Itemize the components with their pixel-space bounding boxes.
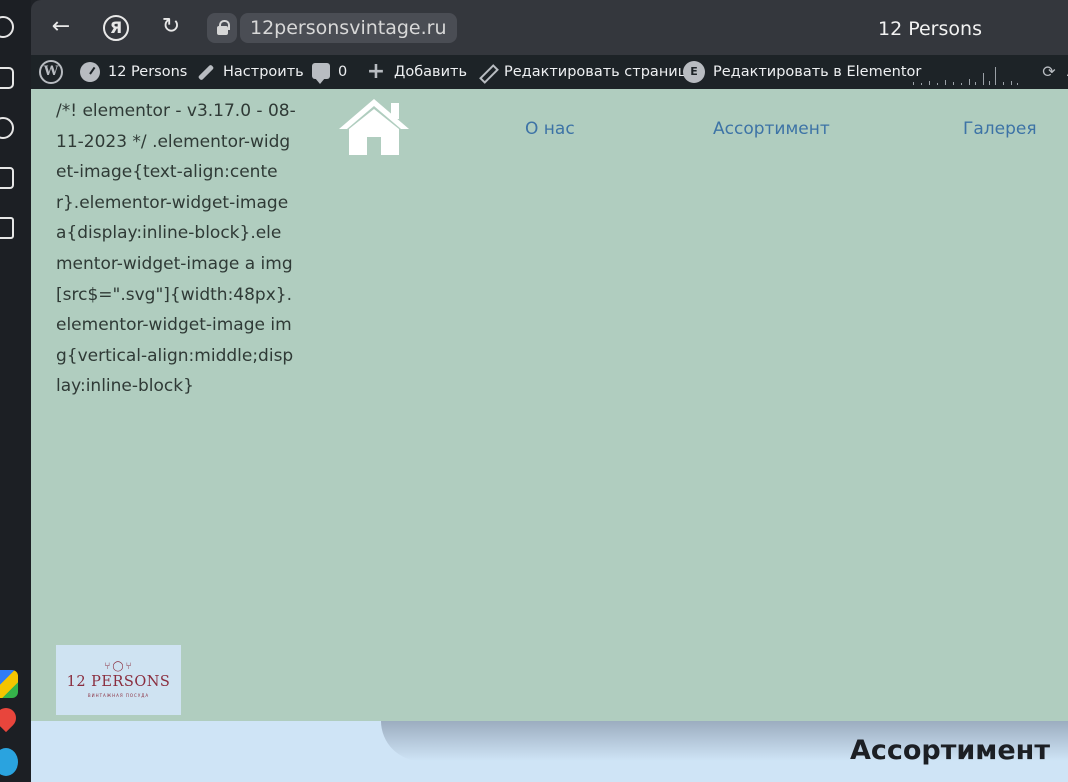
customize-menu[interactable]: Настроить: [195, 55, 304, 89]
section-title: Ассортимент: [849, 735, 1050, 766]
maps-pin-icon[interactable]: [0, 703, 21, 733]
brand-logo-subtitle: ВИНТАЖНАЯ ПОСУДА: [87, 693, 150, 698]
page-header-section: /*! elementor - v3.17.0 - 08-11-2023 */ …: [31, 89, 1068, 721]
comments-count: 0: [338, 64, 348, 80]
stats-sparkline[interactable]: [911, 61, 1021, 85]
history-icon[interactable]: [0, 16, 14, 38]
customize-label: Настроить: [223, 64, 304, 80]
add-new-label: Добавить: [394, 64, 467, 80]
plus-icon: +: [366, 59, 386, 84]
tableware-icon: ⑂◯⑂: [104, 661, 134, 672]
lock-icon[interactable]: [207, 13, 237, 43]
brand-logo-name: 12 PERSONS: [66, 674, 171, 690]
edit-elementor-label: Редактировать в Elementor: [713, 64, 922, 80]
sync-menu[interactable]: ⟳ А: [1039, 55, 1068, 89]
telegram-icon[interactable]: [0, 748, 18, 776]
wordpress-logo-icon: W: [39, 60, 63, 84]
back-arrow-icon[interactable]: ←: [47, 13, 75, 41]
tab-title: 12 Persons: [878, 18, 982, 40]
home-icon[interactable]: [337, 97, 411, 157]
os-side-strip: [0, 0, 31, 782]
address-bar[interactable]: 12personsvintage.ru: [240, 13, 457, 43]
add-new-menu[interactable]: + Добавить: [366, 55, 467, 89]
collections-icon[interactable]: [0, 67, 14, 89]
vk-icon[interactable]: [0, 167, 14, 189]
nav-link-gallery[interactable]: Галерея: [963, 119, 1037, 139]
sync-icon: ⟳: [1042, 62, 1056, 81]
nav-link-assortment[interactable]: Ассортимент: [713, 119, 830, 139]
comment-icon: [312, 63, 330, 84]
play-icon[interactable]: [0, 117, 14, 139]
edit-elementor-menu[interactable]: E Редактировать в Elementor: [683, 55, 921, 89]
brush-icon: [195, 62, 215, 82]
brand-logo[interactable]: ⑂◯⑂ 12 PERSONS ВИНТАЖНАЯ ПОСУДА: [56, 645, 181, 715]
elementor-icon: E: [683, 61, 705, 83]
browser-toolbar: ← Я ↻ 12personsvintage.ru 12 Persons: [31, 0, 1068, 55]
dashboard-icon: [80, 62, 100, 82]
nav-link-about[interactable]: О нас: [525, 119, 575, 139]
yandex-icon[interactable]: Я: [103, 15, 129, 41]
wp-admin-bar: W 12 Persons Настроить 0 + Добавить Реда…: [31, 55, 1068, 89]
wp-logo-menu[interactable]: W: [39, 55, 63, 89]
inline-css-text: /*! elementor - v3.17.0 - 08-11-2023 */ …: [56, 101, 296, 397]
assortment-section: Ассортимент: [31, 721, 1068, 782]
messenger-app-icon[interactable]: [0, 670, 18, 698]
site-name-menu[interactable]: 12 Persons: [80, 55, 187, 89]
comments-menu[interactable]: 0: [312, 55, 347, 89]
edit-page-label: Редактировать страницу: [504, 64, 697, 80]
site-name-label: 12 Persons: [108, 64, 188, 80]
reload-icon[interactable]: ↻: [157, 13, 185, 41]
camera-icon[interactable]: [0, 217, 14, 239]
pencil-icon: [476, 62, 496, 82]
edit-page-menu[interactable]: Редактировать страницу: [476, 55, 696, 89]
